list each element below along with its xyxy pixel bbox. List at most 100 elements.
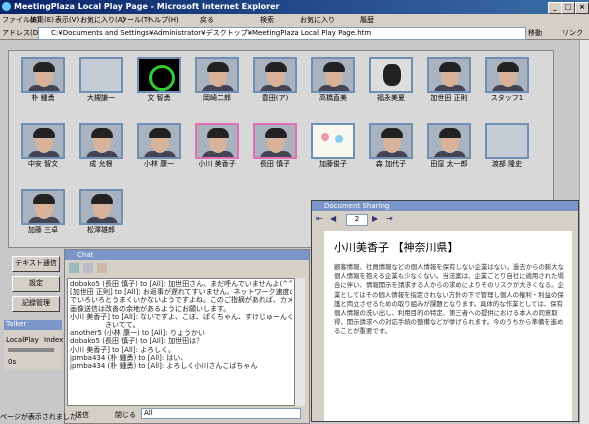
chat-message: 小川 美香子] to [All]: よろしく。 xyxy=(70,345,176,354)
participant-name: 福永美夏 xyxy=(377,94,405,102)
status-bar: ページが表示されました xyxy=(0,413,77,421)
participant-name: 松澤雄郎 xyxy=(87,226,115,234)
doc-page: 小川美香子 【神奈川県】 顧客情報、社員情報などの個人情報を保有しない企業はない… xyxy=(324,231,572,421)
search-button[interactable]: 検索 xyxy=(260,15,274,25)
participant-video xyxy=(253,57,297,93)
maximize-button[interactable]: □ xyxy=(561,2,575,14)
chat-message: [加世田 正則] to [All]: お返事が遅れてすいません。ネットワーク速度… xyxy=(70,288,292,297)
talker-tab-index[interactable]: Index xyxy=(44,336,63,344)
next-page-icon[interactable]: ▶ xyxy=(372,214,378,223)
playback-slider[interactable] xyxy=(8,348,54,352)
participant-video xyxy=(369,123,413,159)
participant-tile[interactable]: 成 允根 xyxy=(73,123,129,169)
participant-tile[interactable]: 松澤雄郎 xyxy=(73,189,129,235)
participant-name: スタッフ1 xyxy=(490,94,524,102)
go-button[interactable]: 移動 xyxy=(528,28,542,38)
menu-bar: ファイル(F) 編集(E) 表示(V) お気に入り(A) ツール(T) ヘルプ(… xyxy=(0,14,589,26)
participant-tile[interactable]: 森 加代子 xyxy=(363,123,419,169)
participant-tile[interactable]: 岡崎二郎 xyxy=(189,57,245,103)
text-chat-button[interactable]: テキスト通信 xyxy=(12,256,60,272)
participant-tile[interactable]: 小川 美香子 xyxy=(189,123,245,169)
participant-name: 高橋直美 xyxy=(319,94,347,102)
menu-view[interactable]: 表示(V) xyxy=(55,15,79,25)
participant-tile[interactable]: 豊田(ア) xyxy=(247,57,303,103)
participant-name: 中安 智文 xyxy=(27,160,59,168)
address-label: アドレス(D) xyxy=(2,29,41,37)
history-button[interactable]: 履歴 xyxy=(360,15,374,25)
participant-tile[interactable]: 高橋直美 xyxy=(305,57,361,103)
record-manage-button[interactable]: 記録管理 xyxy=(12,296,60,312)
vertical-scrollbar[interactable] xyxy=(579,40,589,424)
participant-video xyxy=(311,123,355,159)
participant-tile[interactable]: 文 智勇 xyxy=(131,57,187,103)
participant-name: 小川 美香子 xyxy=(198,160,236,168)
participant-tile[interactable]: 長田 慎子 xyxy=(247,123,303,169)
participant-name: 岡崎二郎 xyxy=(203,94,231,102)
participant-tile[interactable]: 大槻謙一 xyxy=(73,57,129,103)
participant-video xyxy=(195,123,239,159)
close-chat-button[interactable]: 閉じる xyxy=(115,410,136,420)
participant-tile[interactable]: 中安 智文 xyxy=(15,123,71,169)
minimize-button[interactable]: _ xyxy=(548,2,562,14)
participant-tile[interactable]: 渡部 隆史 xyxy=(479,123,535,169)
participant-tile[interactable]: 加世田 正則 xyxy=(421,57,477,103)
participant-name: 豊田(ア) xyxy=(261,94,289,102)
chat-window: Chat dobako5 (長田 慎子) to [All]: 加世田さん、まだ呼… xyxy=(64,249,310,424)
participant-name: 小林 康一 xyxy=(143,160,175,168)
participant-name: 田窪 太一郎 xyxy=(430,160,468,168)
participant-name: 朴 鍾勇 xyxy=(31,94,55,102)
participant-video xyxy=(253,123,297,159)
ie-logo-icon xyxy=(2,2,11,11)
settings-button[interactable]: 設定 xyxy=(12,276,60,292)
address-input[interactable]: C:¥Documents and Settings¥Administrator¥… xyxy=(38,27,526,40)
playback-time: 0s xyxy=(8,358,17,366)
menu-help[interactable]: ヘルプ(H) xyxy=(147,15,179,25)
talker-panel: Talker LocalPlay Index 0s xyxy=(4,320,63,370)
prev-page-icon[interactable]: ◀ xyxy=(330,214,336,223)
recipient-select[interactable]: All xyxy=(141,408,301,419)
chat-message: dobako5 (長田 慎子) to [All]: 加世田さん、まだ呼んでいませ… xyxy=(70,280,292,288)
talker-title: Talker xyxy=(4,320,62,330)
send-button[interactable]: 送信 xyxy=(75,410,89,420)
chat-message: 画像送信は改善の余地があるようにお願いします。 xyxy=(70,304,231,313)
participant-video xyxy=(485,123,529,159)
talker-tab-localplay[interactable]: LocalPlay xyxy=(6,336,39,344)
print-icon[interactable] xyxy=(83,263,93,273)
participant-name: 成 允根 xyxy=(89,160,113,168)
participant-video xyxy=(485,57,529,93)
participant-video xyxy=(21,123,65,159)
chat-scrollbar[interactable] xyxy=(295,278,305,406)
chat-message: another5 (小林 康一) to [All]: りょうかい xyxy=(70,329,205,338)
participant-name: 長田 慎子 xyxy=(259,160,291,168)
participant-name: 加藤俊子 xyxy=(319,160,347,168)
participant-tile[interactable]: 加藤俊子 xyxy=(305,123,361,169)
participant-video xyxy=(427,57,471,93)
participant-video xyxy=(311,57,355,93)
close-button[interactable]: × xyxy=(575,2,589,14)
copy-icon[interactable] xyxy=(97,263,107,273)
participant-tile[interactable]: 小林 康一 xyxy=(131,123,187,169)
chat-message: jpmba434 (朴 鍾勇) to [All]: よろしく小川さんこばちゃん xyxy=(70,362,258,371)
participant-tile[interactable]: 福永美夏 xyxy=(363,57,419,103)
links-button[interactable]: リンク xyxy=(562,28,583,38)
back-button[interactable]: 戻る xyxy=(200,15,214,25)
doc-heading: 小川美香子 【神奈川県】 xyxy=(334,241,459,254)
chat-title-bar: Chat xyxy=(65,250,309,260)
chat-log: dobako5 (長田 慎子) to [All]: 加世田さん、まだ呼んでいませ… xyxy=(67,278,295,406)
participant-tile[interactable]: 加藤 三卓 xyxy=(15,189,71,235)
menu-edit[interactable]: 編集(E) xyxy=(30,15,54,25)
first-page-icon[interactable]: ⇤ xyxy=(316,214,323,223)
menu-favorites[interactable]: お気に入り(A) xyxy=(80,15,125,25)
doc-toolbar: ⇤ ◀ 2 ▶ ⇥ xyxy=(316,214,466,226)
save-icon[interactable] xyxy=(69,263,79,273)
participant-video xyxy=(137,57,181,93)
participant-name: 文 智勇 xyxy=(147,94,171,102)
participant-tile[interactable]: 朴 鍾勇 xyxy=(15,57,71,103)
favorites-button[interactable]: お気に入り xyxy=(300,15,335,25)
last-page-icon[interactable]: ⇥ xyxy=(386,214,393,223)
participant-video xyxy=(21,189,65,225)
participant-tile[interactable]: 田窪 太一郎 xyxy=(421,123,477,169)
page-number-input[interactable]: 2 xyxy=(346,214,368,226)
participant-tile[interactable]: スタッフ1 xyxy=(479,57,535,103)
doc-title-bar: Document Sharing xyxy=(312,201,578,211)
